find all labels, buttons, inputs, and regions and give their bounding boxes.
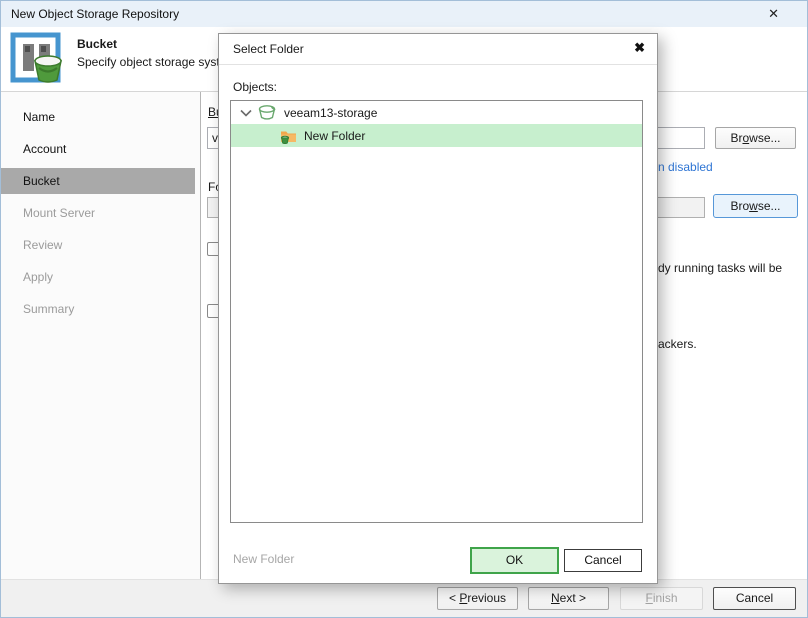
select-folder-dialog: Select Folder ✖ Objects: veeam13-storage [218,33,658,584]
object-storage-bucket-icon [9,32,73,86]
tree-item-storage-root[interactable]: veeam13-storage [231,101,642,124]
dialog-close-icon[interactable]: ✖ [634,40,645,56]
sidebar-item-mount-server: Mount Server [1,200,200,226]
sidebar-item-name[interactable]: Name [1,104,200,130]
dialog-cancel-button[interactable]: Cancel [564,549,642,572]
sidebar-item-bucket[interactable]: Bucket [1,168,195,194]
window-close-icon[interactable]: ✕ [768,6,779,22]
step-title: Bucket [77,37,117,51]
browse-folder-button[interactable]: Browse... [713,194,798,218]
window-titlebar: New Object Storage Repository ✕ [1,1,807,27]
window-title: New Object Storage Repository [11,7,179,21]
wizard-footer: < Previous Next > Finish Cancel [1,579,807,617]
dialog-title-divider [219,64,657,65]
previous-button[interactable]: < Previous [437,587,518,610]
dialog-title: Select Folder [233,42,304,56]
objects-tree[interactable]: veeam13-storage New Folder [230,100,643,523]
hackers-text-fragment: ackers. [658,337,697,351]
sidebar-item-apply: Apply [1,264,200,290]
browse-bucket-button[interactable]: Browse... [715,127,796,149]
bucket-icon [258,104,277,121]
cancel-button[interactable]: Cancel [713,587,796,610]
sidebar-item-account[interactable]: Account [1,136,200,162]
ok-button[interactable]: OK [470,547,559,574]
versioning-link-fragment[interactable]: n disabled [658,160,713,174]
sidebar-item-review: Review [1,232,200,258]
chevron-down-icon[interactable] [239,106,253,120]
sidebar-item-summary: Summary [1,296,200,322]
next-button[interactable]: Next > [528,587,609,610]
objects-label: Objects: [233,80,277,94]
tree-item-label: veeam13-storage [284,106,377,120]
new-object-storage-repository-window: New Object Storage Repository ✕ Bucket S… [0,0,808,618]
step-subtitle: Specify object storage system [77,55,236,69]
wizard-steps-sidebar: Name Account Bucket Mount Server Review … [1,92,201,581]
folder-bucket-icon [280,128,297,144]
finish-button: Finish [620,587,703,610]
tasks-text-fragment: dy running tasks will be [658,261,782,275]
new-folder-button: New Folder [233,552,294,566]
tree-item-new-folder[interactable]: New Folder [231,124,642,147]
tree-item-label: New Folder [304,129,365,143]
